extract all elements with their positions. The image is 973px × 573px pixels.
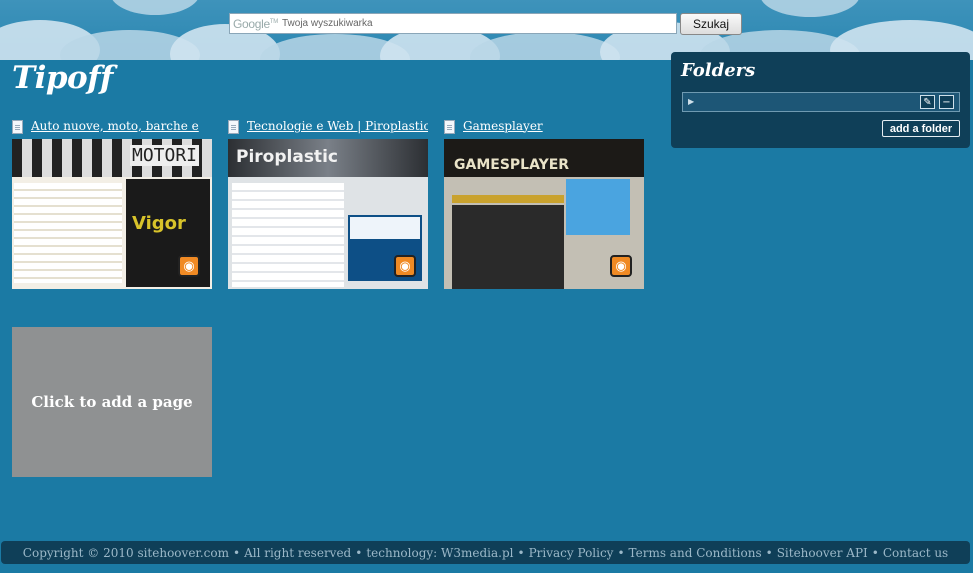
google-logo: GoogleTM	[233, 16, 278, 31]
folders-panel: Folders ▶ ✎ − add a folder	[671, 52, 970, 148]
page-title: Tipoff	[12, 60, 113, 96]
footer-link-api[interactable]: Sitehoover API	[777, 546, 868, 560]
page-card: Auto nuove, moto, barche e MOTORI Vigor …	[12, 118, 212, 289]
minus-icon[interactable]: −	[939, 95, 954, 109]
footer-link-terms[interactable]: Terms and Conditions	[629, 546, 762, 560]
rss-icon[interactable]: ◉	[178, 255, 200, 277]
search-input[interactable]: GoogleTM Twoja wyszukiwarka	[229, 13, 677, 34]
document-icon	[12, 120, 23, 134]
search-button[interactable]: Szukaj	[680, 13, 742, 35]
footer-copyright: Copyright © 2010 sitehoover.com	[22, 545, 229, 560]
footer-technology[interactable]: technology: W3media.pl	[366, 546, 513, 560]
document-icon	[444, 120, 455, 134]
page-card: Gamesplayer GAMESPLAYER ◉	[444, 118, 644, 289]
page-card-link[interactable]: Auto nuove, moto, barche e	[31, 119, 199, 136]
footer-rights: All right reserved	[244, 545, 352, 560]
footer: Copyright © 2010 sitehoover.com • All ri…	[1, 541, 970, 564]
page-card: Tecnologie e Web | Piroplastic Piroplast…	[228, 118, 428, 289]
add-page-tile[interactable]: Click to add a page	[12, 327, 212, 477]
thumbnail-ad-text: Vigor	[132, 213, 186, 234]
page-card-link[interactable]: Tecnologie e Web | Piroplastic	[247, 119, 428, 136]
rss-icon[interactable]: ◉	[394, 255, 416, 277]
thumbnail-logo: GAMESPLAYER	[454, 157, 570, 173]
wrench-icon[interactable]: ✎	[920, 95, 935, 109]
page-thumbnail[interactable]: Piroplastic ◉	[228, 139, 428, 289]
rss-icon[interactable]: ◉	[610, 255, 632, 277]
footer-link-contact[interactable]: Contact us	[883, 546, 948, 560]
folders-title: Folders	[681, 60, 756, 81]
add-folder-button[interactable]: add a folder	[882, 120, 960, 137]
expand-arrow-icon[interactable]: ▶	[688, 97, 694, 106]
page-card-link[interactable]: Gamesplayer	[463, 119, 543, 136]
page-thumbnail[interactable]: MOTORI Vigor ◉	[12, 139, 212, 289]
search-placeholder: Twoja wyszukiwarka	[281, 18, 373, 29]
page-thumbnail[interactable]: GAMESPLAYER ◉	[444, 139, 644, 289]
thumbnail-logo: MOTORI	[130, 145, 200, 166]
folder-item[interactable]: ▶ ✎ −	[682, 92, 960, 112]
footer-link-privacy[interactable]: Privacy Policy	[529, 546, 614, 560]
document-icon	[228, 120, 239, 134]
thumbnail-logo: Piroplastic	[236, 147, 338, 167]
